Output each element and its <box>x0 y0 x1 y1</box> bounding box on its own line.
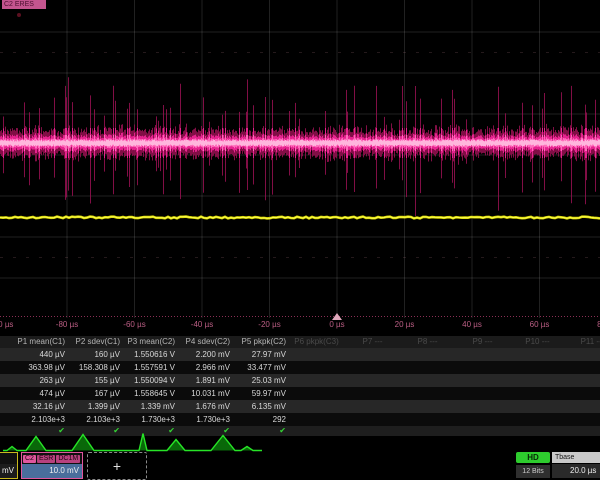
bits-label: 12 Bits <box>516 465 550 478</box>
axis-tick-label: -80 µs <box>56 320 78 329</box>
measure-value: 1.399 µV <box>67 400 122 413</box>
measure-param-header[interactable]: P2 sdev(C1) <box>67 336 122 348</box>
measure-value: 2.103e+3 <box>67 413 122 426</box>
measure-value: 27.97 mV <box>232 348 288 361</box>
measure-value: 1.550094 V <box>122 374 177 387</box>
measure-value: 2.200 mV <box>177 348 232 361</box>
measure-value: 6.135 mV <box>232 400 288 413</box>
measure-param-header[interactable]: P3 mean(C2) <box>122 336 177 348</box>
measure-value: 1.730e+3 <box>122 413 177 426</box>
marker-dot <box>17 13 21 17</box>
plus-icon: + <box>113 458 121 474</box>
measure-value: 1.339 mV <box>122 400 177 413</box>
axis-tick-label: 60 µs <box>530 320 550 329</box>
measure-param-header[interactable]: P5 pkpk(C2) <box>232 336 288 348</box>
measure-param-header-inactive[interactable]: P10 --- <box>510 336 565 348</box>
oscilloscope-screen: C2 ERES -100 µs -80 µs -60 µs -40 µs -20 µs 0… <box>0 0 600 480</box>
measure-value: 474 µV <box>0 387 67 400</box>
measure-param-header-inactive[interactable]: P8 --- <box>400 336 455 348</box>
measure-value: 2.966 mV <box>177 361 232 374</box>
measure-param-header[interactable]: P1 mean(C1) <box>0 336 67 348</box>
hd-badge: HD <box>516 452 550 463</box>
measure-value: 155 µV <box>67 374 122 387</box>
timebase-scale-value: 20.0 µs <box>552 464 600 478</box>
trace-overlay-badge: C2 ERES <box>2 0 46 9</box>
measure-value: 2.103e+3 <box>0 413 67 426</box>
axis-tick-label: 40 µs <box>462 320 482 329</box>
axis-tick-label: 0 µs <box>329 320 344 329</box>
channel-descriptor-c2[interactable]: C2 ESR DC1M 10.0 mV <box>21 452 83 479</box>
measure-value: 292 <box>232 413 288 426</box>
measure-table-row: 440 µV160 µV1.550616 V2.200 mV27.97 mV <box>0 348 600 361</box>
time-axis: -100 µs -80 µs -60 µs -40 µs -20 µs 0 µs 20 µs… <box>0 318 600 335</box>
measure-value: 363.98 µV <box>0 361 67 374</box>
measure-table-row: 474 µV167 µV1.558645 V10.031 mV59.97 mV <box>0 387 600 400</box>
measure-table-row: 263 µV155 µV1.550094 V1.891 mV25.03 mV <box>0 374 600 387</box>
channel-descriptor-c1[interactable]: C1 DC1M 10.0 mV <box>0 452 18 479</box>
axis-tick-label: -20 µs <box>258 320 280 329</box>
measure-value: 1.891 mV <box>177 374 232 387</box>
c2-scale-value: 10.0 mV <box>22 464 82 478</box>
measure-value: 33.477 mV <box>232 361 288 374</box>
measure-value: 160 µV <box>67 348 122 361</box>
measure-table-row: 32.16 µV1.399 µV1.339 mV1.676 mV6.135 mV <box>0 400 600 413</box>
measure-value: 1.558645 V <box>122 387 177 400</box>
measure-table-row: 363.98 µV158.308 µV1.557591 V2.966 mV33.… <box>0 361 600 374</box>
measure-param-header-inactive[interactable]: P7 --- <box>345 336 400 348</box>
axis-tick-label: -60 µs <box>123 320 145 329</box>
measure-value: 263 µV <box>0 374 67 387</box>
c2-coupling-badge: DC1M <box>56 455 80 463</box>
measure-value: 158.308 µV <box>67 361 122 374</box>
c2-esr-badge: ESR <box>37 455 55 463</box>
axis-tick-label: -40 µs <box>191 320 213 329</box>
measure-value: 1.730e+3 <box>177 413 232 426</box>
measure-value: 440 µV <box>0 348 67 361</box>
add-trace-button[interactable]: + <box>87 452 147 480</box>
trigger-time-marker[interactable] <box>332 313 342 320</box>
measure-value: 1.557591 V <box>122 361 177 374</box>
measure-table: P1 mean(C1)P2 sdev(C1)P3 mean(C2)P4 sdev… <box>0 336 600 436</box>
axis-tick-label: -100 µs <box>0 320 13 329</box>
measure-param-header[interactable]: P4 sdev(C2) <box>177 336 232 348</box>
measure-value: 1.676 mV <box>177 400 232 413</box>
measure-table-header: P1 mean(C1)P2 sdev(C1)P3 mean(C2)P4 sdev… <box>0 336 600 348</box>
measure-value: 25.03 mV <box>232 374 288 387</box>
timebase-descriptor[interactable]: Tbase 20.0 µs <box>552 452 600 478</box>
graticule <box>0 0 600 318</box>
measure-value: 32.16 µV <box>0 400 67 413</box>
measure-value: 167 µV <box>67 387 122 400</box>
acquisition-mode[interactable]: HD 12 Bits <box>516 452 550 478</box>
measure-param-header-inactive[interactable]: P11 --- <box>565 336 600 348</box>
c1-scale-value: 10.0 mV <box>0 464 17 478</box>
c2-label-badge: C2 <box>23 455 36 463</box>
measure-param-header-inactive[interactable]: P9 --- <box>455 336 510 348</box>
measure-value: 10.031 mV <box>177 387 232 400</box>
measure-value: 1.550616 V <box>122 348 177 361</box>
axis-tick-label: 20 µs <box>395 320 415 329</box>
timebase-title: Tbase <box>552 452 600 463</box>
measure-param-header-inactive[interactable]: P6 pkpk(C3) <box>288 336 345 348</box>
measure-value: 59.97 mV <box>232 387 288 400</box>
measure-table-row: 2.103e+32.103e+31.730e+31.730e+3292 <box>0 413 600 426</box>
